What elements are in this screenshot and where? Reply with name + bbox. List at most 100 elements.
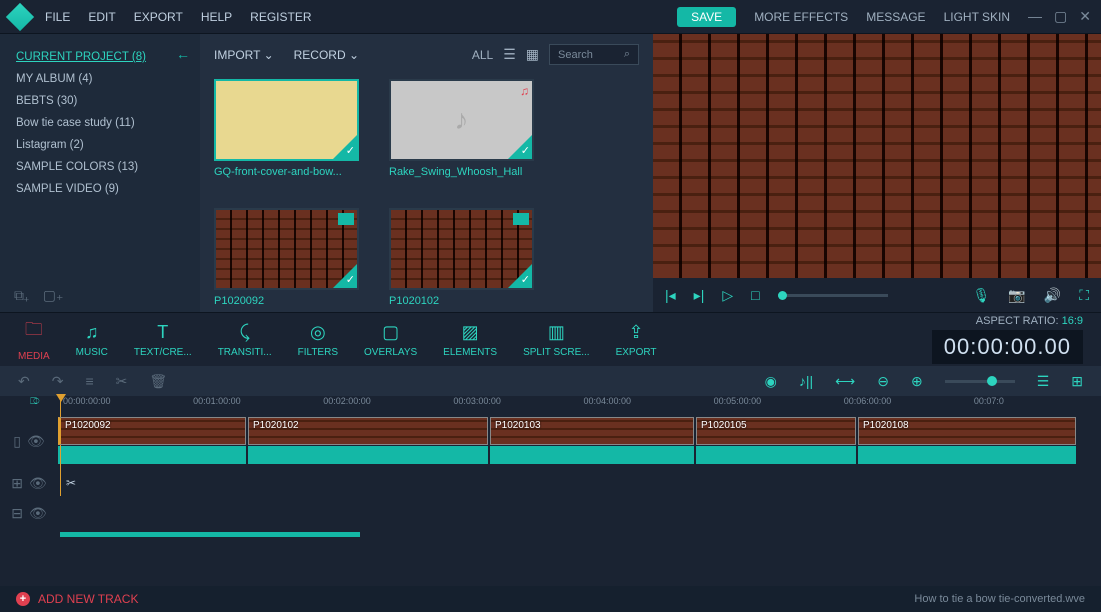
sidebar-item-video[interactable]: SAMPLE VIDEO (9) <box>16 178 184 200</box>
menu-edit[interactable]: EDIT <box>88 10 115 24</box>
minimize-icon[interactable]: — <box>1028 8 1042 25</box>
playhead[interactable] <box>60 396 61 496</box>
timeline-clip[interactable]: P1020105 <box>696 417 856 445</box>
cut-icon[interactable]: ✂ <box>116 373 128 390</box>
mic-icon[interactable]: 🎙 <box>973 287 991 304</box>
tab-transitions[interactable]: ⤹TRANSITI... <box>218 322 272 358</box>
tab-filters[interactable]: ◎FILTERS <box>298 322 338 358</box>
message-link[interactable]: MESSAGE <box>866 10 925 24</box>
menu-file[interactable]: FILE <box>45 10 70 24</box>
eye-icon[interactable]: 👁 <box>27 433 45 450</box>
import-dropdown[interactable]: IMPORT ⌄ <box>214 48 274 62</box>
save-button[interactable]: SAVE <box>677 7 736 27</box>
prev-frame-icon[interactable]: ▸| <box>694 287 705 304</box>
progress-slider[interactable] <box>778 294 888 297</box>
timeline-scrollbar[interactable] <box>60 532 1081 540</box>
timeline-clip[interactable]: P1020103 <box>490 417 694 445</box>
search-icon: ⌕ <box>624 48 630 61</box>
marker-icon[interactable]: ⎄ <box>30 396 40 407</box>
record-dropdown[interactable]: RECORD ⌄ <box>294 48 359 62</box>
audio-track-icon[interactable]: ⊟ <box>11 505 23 522</box>
overlay-icon: ▢ <box>382 322 399 343</box>
undo-icon[interactable]: ↶ <box>18 373 30 390</box>
new-item-icon[interactable]: ▢₊ <box>43 287 64 304</box>
tab-elements[interactable]: ▨ELEMENTS <box>443 322 497 358</box>
list-view-icon[interactable]: ☰ <box>503 46 516 63</box>
sidebar-item-bowtie[interactable]: Bow tie case study (11) <box>16 112 184 134</box>
clips-container[interactable]: P1020092P1020102P1020103P1020105P1020108 <box>58 417 1101 465</box>
video-track-icon[interactable]: ▯ <box>13 433 21 450</box>
goto-start-icon[interactable]: |◂ <box>665 287 676 304</box>
maximize-icon[interactable]: ▢ <box>1054 8 1067 25</box>
sidebar-item-album[interactable]: MY ALBUM (4) <box>16 68 184 90</box>
plus-icon: + <box>16 592 30 606</box>
media-thumb[interactable]: P1020092 <box>214 208 359 307</box>
timeline-clip[interactable]: P1020102 <box>248 417 488 445</box>
tab-media[interactable]: 🗀MEDIA <box>18 317 50 362</box>
play-icon[interactable]: ▷ <box>722 287 733 304</box>
snapshot-icon[interactable]: 📷 <box>1008 287 1025 304</box>
delete-icon[interactable]: 🗑 <box>149 373 167 390</box>
project-sidebar: CURRENT PROJECT (8) MY ALBUM (4) BEBTS (… <box>0 34 200 312</box>
filter-all[interactable]: ALL <box>472 48 493 62</box>
edit-tool-icon[interactable]: ≡ <box>85 373 93 389</box>
eye-icon[interactable]: 👁 <box>29 475 47 492</box>
overlay-track-icon[interactable]: ⊞ <box>11 475 23 492</box>
fit-icon[interactable]: ⟷ <box>835 373 855 390</box>
media-thumb[interactable]: P1020102 <box>389 208 534 307</box>
tab-music[interactable]: ♫MUSIC <box>76 322 108 358</box>
add-track-button[interactable]: + ADD NEW TRACK <box>16 592 138 606</box>
close-icon[interactable]: ✕ <box>1079 8 1091 25</box>
redo-icon[interactable]: ↷ <box>52 373 64 390</box>
menu-help[interactable]: HELP <box>201 10 232 24</box>
app-logo <box>6 2 34 30</box>
sidebar-item-bebts[interactable]: BEBTS (30) <box>16 90 184 112</box>
audio-track: ⊟👁 <box>0 498 1101 528</box>
volume-icon[interactable]: 🔊 <box>1044 287 1061 304</box>
tab-text[interactable]: TTEXT/CRE... <box>134 322 192 358</box>
elements-icon: ▨ <box>462 322 479 343</box>
timecode-display: 00:00:00.00 <box>932 330 1083 364</box>
zoom-in-icon[interactable]: ⊕ <box>911 373 923 390</box>
stop-icon[interactable]: □ <box>751 287 759 303</box>
search-input[interactable]: Search⌕ <box>549 44 639 65</box>
main-menu: FILE EDIT EXPORT HELP REGISTER <box>45 10 312 24</box>
settings-icon[interactable]: ⊞ <box>1071 373 1083 390</box>
menu-export[interactable]: EXPORT <box>134 10 183 24</box>
grid-view-icon[interactable]: ▦ <box>526 46 539 63</box>
sidebar-item-current[interactable]: CURRENT PROJECT (8) <box>16 46 184 68</box>
title-bar: FILE EDIT EXPORT HELP REGISTER SAVE MORE… <box>0 0 1101 34</box>
back-icon[interactable]: ← <box>176 46 190 62</box>
tab-export[interactable]: ⇪EXPORT <box>616 322 657 358</box>
split-icon: ▥ <box>548 322 565 343</box>
timeline-ruler[interactable]: ⎄ 00:00:00:00 00:01:00:00 00:02:00:00 00… <box>0 396 1101 414</box>
sidebar-item-colors[interactable]: SAMPLE COLORS (13) <box>16 156 184 178</box>
light-skin-link[interactable]: LIGHT SKIN <box>944 10 1010 24</box>
new-folder-icon[interactable]: ⧉₊ <box>14 287 29 304</box>
export-icon: ⇪ <box>629 322 644 343</box>
tab-split[interactable]: ▥SPLIT SCRE... <box>523 322 590 358</box>
video-icon <box>338 213 354 225</box>
menu-icon[interactable]: ☰ <box>1037 373 1050 390</box>
status-bar: + ADD NEW TRACK How to tie a bow tie-con… <box>0 586 1101 612</box>
audio-icon: ♫ <box>520 84 529 98</box>
thumb-label: Rake_Swing_Whoosh_Hall <box>389 166 534 178</box>
media-panel: ← IMPORT ⌄ RECORD ⌄ ALL ☰ ▦ Search⌕ GQ-f… <box>200 34 653 312</box>
tab-overlays[interactable]: ▢OVERLAYS <box>364 322 417 358</box>
more-effects-link[interactable]: MORE EFFECTS <box>754 10 848 24</box>
media-thumb[interactable]: GQ-front-cover-and-bow... <box>214 79 359 178</box>
fullscreen-icon[interactable]: ⛶ <box>1079 287 1089 304</box>
sidebar-item-listagram[interactable]: Listagram (2) <box>16 134 184 156</box>
zoom-slider[interactable] <box>945 380 1015 383</box>
mixer-icon[interactable]: ♪|| <box>799 373 813 389</box>
media-thumb[interactable]: ♫♪ Rake_Swing_Whoosh_Hall <box>389 79 534 178</box>
timeline-clip[interactable]: P1020092 <box>58 417 246 445</box>
eye-icon[interactable]: 👁 <box>29 505 47 522</box>
music-icon: ♫ <box>85 322 99 343</box>
zoom-out-icon[interactable]: ⊖ <box>877 373 889 390</box>
overlay-track: ⊞👁 ✂ <box>0 468 1101 498</box>
render-icon[interactable]: ◉ <box>765 373 777 390</box>
menu-register[interactable]: REGISTER <box>250 10 311 24</box>
preview-controls: |◂ ▸| ▷ □ 🎙 📷 🔊 ⛶ <box>653 278 1101 312</box>
timeline-clip[interactable]: P1020108 <box>858 417 1076 445</box>
